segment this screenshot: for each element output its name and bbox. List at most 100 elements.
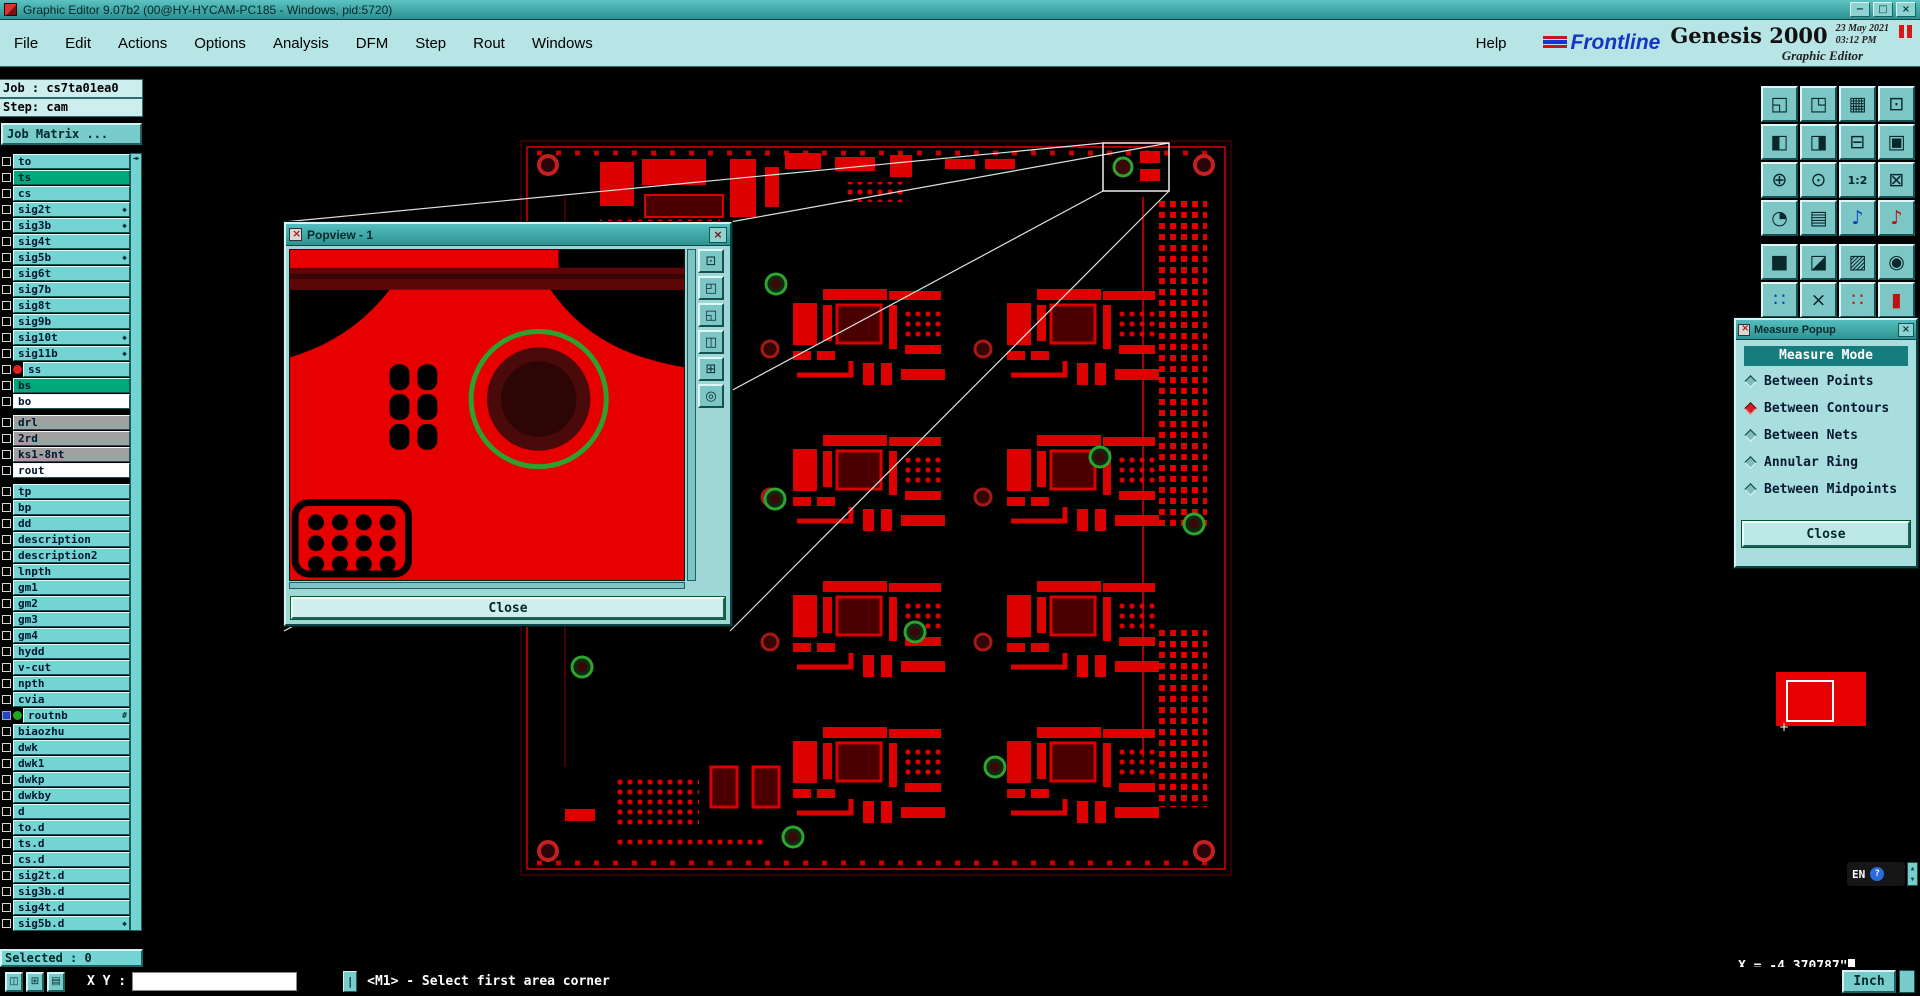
layer-name[interactable]: drl [13,414,130,430]
layer-name[interactable]: rout [13,462,130,478]
layer-row-sig11b[interactable]: sig11b ◆ [0,345,130,361]
menu-options[interactable]: Options [194,35,246,52]
layer-name[interactable]: bs [13,377,130,393]
layer-row-rout[interactable]: rout [0,462,130,478]
measure-popup-close-icon[interactable]: × [1898,322,1914,337]
minimize-button[interactable]: − [1850,2,1870,17]
layer-row-gm3[interactable]: gm3 [0,611,130,627]
scale-1-2[interactable]: 1:2 [1839,162,1876,198]
popview-canvas[interactable] [289,249,685,581]
layer-name[interactable]: to.d [13,819,130,835]
menu-actions[interactable]: Actions [118,35,167,52]
zoom-in[interactable]: ⊕ [1761,162,1798,198]
layer-row-gm2[interactable]: gm2 [0,595,130,611]
layer-checkbox[interactable] [2,380,11,390]
layer-list-scrollbar[interactable]: ◄▶ [130,153,142,931]
popview-grid[interactable]: ⊞ [698,357,724,381]
layer-row-gm1[interactable]: gm1 [0,579,130,595]
menu-windows[interactable]: Windows [532,35,593,52]
language-scroll-widget[interactable]: ▲ ▼ [1907,862,1918,886]
grid-view[interactable]: ▦ [1839,86,1876,122]
layer-name[interactable]: dwkby [13,787,130,803]
layer-checkbox[interactable] [2,726,11,736]
layer-checkbox[interactable] [2,502,11,512]
layer-checkbox[interactable] [2,534,11,544]
layer-row-gm4[interactable]: gm4 [0,627,130,643]
layer-name[interactable]: sig3b.d [13,883,130,899]
layer-name[interactable]: cs.d [13,851,130,867]
layer-checkbox[interactable] [2,774,11,784]
layer-row-cs.d[interactable]: cs.d [0,851,130,867]
layer-checkbox[interactable] [2,156,11,166]
layer-checkbox[interactable] [2,252,11,262]
layer-checkbox[interactable] [2,300,11,310]
layer-name[interactable]: cs [13,185,130,201]
layer-row-drl[interactable]: drl [0,414,130,430]
layer-checkbox[interactable] [2,598,11,608]
layer-checkbox[interactable] [2,614,11,624]
layer-row-bp[interactable]: bp [0,499,130,515]
layer-checkbox[interactable] [2,822,11,832]
status-rows-button[interactable]: ▤ [47,971,65,992]
layer-checkbox[interactable] [2,918,11,928]
rect-red[interactable]: ▮ [1878,282,1915,318]
note-red[interactable]: ♪ [1878,200,1915,236]
layer-name[interactable]: bo [13,393,130,409]
layer-checkbox[interactable] [2,742,11,752]
layer-row-ss[interactable]: ss [0,361,130,377]
layer-row-to.d[interactable]: to.d [0,819,130,835]
layer-checkbox[interactable] [2,694,11,704]
layer-checkbox[interactable] [2,518,11,528]
window-titlebar[interactable]: Graphic Editor 9.07b2 (00@HY-HYCAM-PC185… [0,0,1920,20]
layer-name[interactable]: sig2t.d [13,867,130,883]
layer-row-sig2t.d[interactable]: sig2t.d [0,867,130,883]
layer-row-description2[interactable]: description2 [0,547,130,563]
layer-name[interactable]: npth [13,675,130,691]
layer-row-d[interactable]: d [0,803,130,819]
view-corner[interactable]: ◱ [1761,86,1798,122]
layer-checkbox[interactable] [2,332,11,342]
layer-name[interactable]: sig6t [13,265,130,281]
layer-name[interactable]: lnpth [13,563,130,579]
layer-name[interactable]: sig9b [13,313,130,329]
screen-view[interactable]: ⊡ [1878,86,1915,122]
status-grid-button[interactable]: ⊞ [26,971,44,992]
menu-analysis[interactable]: Analysis [273,35,329,52]
layer-row-dwkp[interactable]: dwkp [0,771,130,787]
fill-hatch[interactable]: ▨ [1839,244,1876,280]
layer-row-hydd[interactable]: hydd [0,643,130,659]
layer-checkbox[interactable] [2,220,11,230]
layer-name[interactable]: description [13,531,130,547]
layer-checkbox[interactable] [2,172,11,182]
layer-checkbox[interactable] [2,465,11,475]
menu-help[interactable]: Help [1476,35,1507,52]
language-indicator[interactable]: EN ? [1847,862,1905,886]
fill-half[interactable]: ◪ [1800,244,1837,280]
layer-row-2rd[interactable]: 2rd [0,430,130,446]
menu-file[interactable]: File [14,35,38,52]
layer-checkbox[interactable] [2,284,11,294]
layer-row-sig4t[interactable]: sig4t [0,233,130,249]
layer-checkbox[interactable] [2,417,11,427]
layer-name[interactable]: 2rd [13,430,130,446]
layer-row-npth[interactable]: npth [0,675,130,691]
menu-step[interactable]: Step [415,35,446,52]
layer-checkbox[interactable] [2,396,11,406]
layer-name[interactable]: sig11b ◆ [13,345,130,361]
layer-checkbox[interactable] [2,582,11,592]
measure-option-between-midpoints[interactable]: Between Midpoints [1736,476,1916,503]
layer-name[interactable]: ts [13,169,130,185]
measure-option-between-nets[interactable]: Between Nets [1736,422,1916,449]
status-pointer-button[interactable]: ◫ [5,971,23,992]
pan-right[interactable]: ◨ [1800,124,1837,160]
xy-input[interactable] [132,972,298,991]
layer-name[interactable]: gm1 [13,579,130,595]
layer-checkbox[interactable] [2,204,11,214]
layer-checkbox[interactable] [2,854,11,864]
layer-row-dd[interactable]: dd [0,515,130,531]
layer-row-dwk1[interactable]: dwk1 [0,755,130,771]
layer-name[interactable]: d [13,803,130,819]
popview-pan[interactable]: ◫ [698,330,724,354]
layer-row-routnb[interactable]: routnb # [0,707,130,723]
layer-checkbox[interactable] [2,348,11,358]
